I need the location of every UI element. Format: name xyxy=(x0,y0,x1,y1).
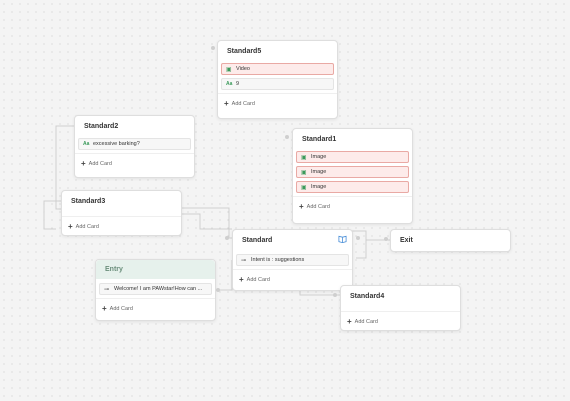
image-icon: ▣ xyxy=(226,66,232,73)
card-image[interactable]: ▣ Image xyxy=(296,181,409,193)
image-icon: ▣ xyxy=(301,154,307,161)
port-standard5-in[interactable] xyxy=(211,46,215,50)
card-label: Image xyxy=(311,169,327,175)
intent-icon: ⊸ xyxy=(104,286,110,293)
card-label: Video xyxy=(236,66,250,72)
card-label: Image xyxy=(311,184,327,190)
text-icon: Aa xyxy=(226,81,233,87)
add-card-button[interactable]: + Add Card xyxy=(96,298,215,314)
port-standard1-in[interactable] xyxy=(285,135,289,139)
intent-icon: ⊸ xyxy=(241,257,247,264)
plus-icon: + xyxy=(81,159,86,168)
add-card-label: Add Card xyxy=(306,204,330,210)
add-card-button[interactable]: + Add Card xyxy=(341,311,460,327)
add-card-button[interactable]: + Add Card xyxy=(75,153,194,169)
add-card-label: Add Card xyxy=(231,101,255,107)
node-standard4[interactable]: Standard4 + Add Card xyxy=(340,285,461,331)
add-card-label: Add Card xyxy=(88,161,112,167)
plus-icon: + xyxy=(224,99,229,108)
port-entry-out[interactable] xyxy=(216,288,220,292)
card-label: excessive barking? xyxy=(93,141,140,147)
card-intent[interactable]: ⊸ Intent is : suggestions xyxy=(236,254,349,266)
add-card-button[interactable]: + Add Card xyxy=(233,269,352,285)
add-card-button[interactable]: + Add Card xyxy=(293,196,412,212)
plus-icon: + xyxy=(347,317,352,326)
card-label: Intent is : suggestions xyxy=(251,257,305,263)
node-title: Standard3 xyxy=(71,198,106,205)
plus-icon: + xyxy=(68,222,73,231)
add-card-label: Add Card xyxy=(109,306,133,312)
node-title: Standard xyxy=(242,237,273,244)
card-image[interactable]: ▣ Image xyxy=(296,151,409,163)
image-icon: ▣ xyxy=(301,169,307,176)
port-standard4-in[interactable] xyxy=(333,293,337,297)
add-card-button[interactable]: + Add Card xyxy=(62,216,181,232)
card-text[interactable]: Aa excessive barking? xyxy=(78,138,191,150)
plus-icon: + xyxy=(299,202,304,211)
text-icon: Aa xyxy=(83,141,90,147)
port-standard-out[interactable] xyxy=(356,236,360,240)
node-title: Standard5 xyxy=(227,48,262,55)
node-standard1[interactable]: Standard1 ▣ Image ▣ Image ▣ Image + Add C… xyxy=(292,128,413,224)
port-standard-in[interactable] xyxy=(225,236,229,240)
card-label: Welcome! I am PAWstar!How can ... xyxy=(114,286,203,292)
card-text[interactable]: Aa 9 xyxy=(221,78,334,90)
image-icon: ▣ xyxy=(301,184,307,191)
add-card-label: Add Card xyxy=(246,277,270,283)
node-title: Entry xyxy=(96,260,215,279)
card-image[interactable]: ▣ Image xyxy=(296,166,409,178)
card-label: 9 xyxy=(236,81,240,87)
card-video[interactable]: ▣ Video xyxy=(221,63,334,75)
add-card-button[interactable]: + Add Card xyxy=(218,93,337,109)
node-exit[interactable]: Exit xyxy=(390,229,511,252)
plus-icon: + xyxy=(102,304,107,313)
node-title: Standard2 xyxy=(84,123,119,130)
card-intent[interactable]: ⊸ Welcome! I am PAWstar!How can ... xyxy=(99,283,212,295)
add-card-label: Add Card xyxy=(354,319,378,325)
node-title: Standard4 xyxy=(350,293,385,300)
port-exit-in[interactable] xyxy=(384,237,388,241)
node-title: Standard1 xyxy=(302,136,337,143)
node-standard5[interactable]: Standard5 ▣ Video Aa 9 + Add Card xyxy=(217,40,338,119)
add-card-label: Add Card xyxy=(75,224,99,230)
node-entry[interactable]: Entry ⊸ Welcome! I am PAWstar!How can ..… xyxy=(95,259,216,321)
card-label: Image xyxy=(311,154,327,160)
node-standard[interactable]: Standard ⊸ Intent is : suggestions + Add … xyxy=(232,229,353,291)
plus-icon: + xyxy=(239,275,244,284)
book-icon[interactable] xyxy=(338,235,347,243)
node-standard3[interactable]: Standard3 + Add Card xyxy=(61,190,182,236)
node-title: Exit xyxy=(400,237,413,244)
node-standard2[interactable]: Standard2 Aa excessive barking? + Add Car… xyxy=(74,115,195,178)
